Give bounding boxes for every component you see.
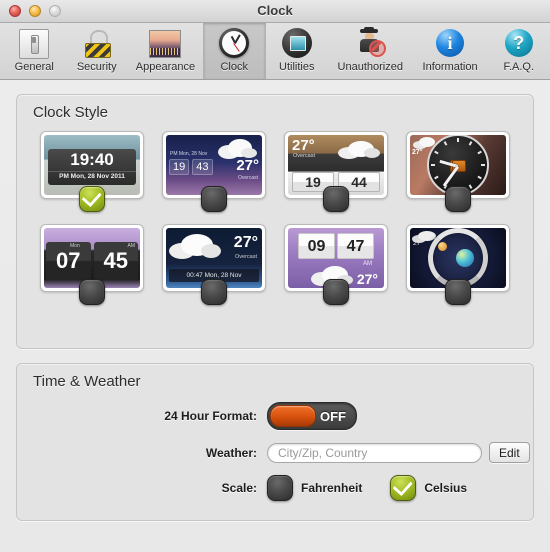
style7-hour: 09	[298, 233, 335, 259]
check-icon	[392, 475, 413, 497]
scale-row: Scale: Fahrenheit Celsius	[17, 475, 533, 501]
clock-style-radio-3[interactable]	[323, 186, 349, 212]
style7-minute: 47	[337, 233, 374, 259]
style6-temp: 27°	[233, 234, 258, 251]
toolbar-item-clock[interactable]: Clock	[202, 23, 266, 79]
clock-style-grid: 19:40 PM Mon, 28 Nov 2011 PM Mon, 28 Nov…	[17, 121, 533, 305]
toolbar-label-unauthorized: Unauthorized	[337, 61, 403, 73]
toolbar-item-utilities[interactable]: Utilities	[266, 23, 328, 79]
weather-location-input[interactable]	[267, 442, 482, 463]
toolbar-label-clock: Clock	[220, 61, 248, 73]
toolbar-item-appearance[interactable]: Appearance	[128, 23, 203, 79]
style2-hour: 19	[169, 159, 190, 175]
hour-format-label: 24 Hour Format:	[164, 409, 257, 423]
analog-clock-icon	[218, 27, 250, 59]
clock-style-radio-2[interactable]	[201, 186, 227, 212]
weather-row: Weather: Edit	[17, 442, 533, 463]
celsius-checkbox[interactable]	[390, 475, 417, 501]
toolbar-item-security[interactable]: Security	[65, 23, 127, 79]
clock-style-option-3[interactable]: 27° Overcast 19 44	[275, 131, 397, 212]
clock-style-option-6[interactable]: 27° Overcast 00:47 Mon, 28 Nov	[153, 224, 275, 305]
24-hour-format-toggle[interactable]: OFF	[267, 402, 357, 430]
style5-ampm: AM	[127, 243, 136, 249]
fahrenheit-checkbox[interactable]	[267, 475, 293, 501]
clock-style-radio-8[interactable]	[445, 279, 471, 305]
style3-temp: 27°	[292, 137, 315, 154]
clock-style-option-5[interactable]: 07 45 Mon AM	[31, 224, 153, 305]
clock-style-panel: Clock Style 19:40 PM Mon, 28 Nov 2011 PM…	[16, 94, 534, 349]
clock-style-option-7[interactable]: 09 47 AM 27°	[275, 224, 397, 305]
fahrenheit-label: Fahrenheit	[301, 481, 363, 495]
style3-condition: Overcast	[293, 153, 316, 159]
style2-temp: 27°	[236, 157, 259, 174]
switch-panel-icon	[18, 27, 50, 59]
scale-label: Scale:	[221, 481, 257, 495]
hour-format-row: 24 Hour Format: OFF	[17, 402, 533, 430]
window-title: Clock	[257, 3, 293, 18]
style2-condition: Overcast	[237, 175, 258, 181]
scale-option-fahrenheit[interactable]: Fahrenheit	[267, 475, 362, 501]
toolbar-label-information: Information	[422, 61, 478, 73]
cloud-icon	[168, 231, 224, 261]
toolbar-label-faq: F.A.Q.	[503, 61, 535, 73]
toggle-knob	[270, 405, 316, 427]
sunset-photo-icon	[149, 27, 182, 59]
clock-style-radio-7[interactable]	[323, 279, 349, 305]
clock-style-radio-5[interactable]	[79, 279, 105, 305]
style1-time: 19:40	[70, 150, 114, 169]
clock-style-radio-6[interactable]	[201, 279, 227, 305]
padlock-icon	[81, 27, 113, 59]
window-titlebar: Clock	[0, 0, 550, 23]
style5-hour: 07	[46, 242, 91, 280]
style4-temp: 27°	[412, 149, 423, 156]
clock-style-option-1[interactable]: 19:40 PM Mon, 28 Nov 2011	[31, 131, 153, 212]
clock-style-title: Clock Style	[33, 104, 109, 121]
style2-minute: 43	[192, 159, 213, 175]
clock-preference-window: Clock General Security Appearance Clock …	[0, 0, 550, 552]
style8-temp: 27°	[413, 240, 423, 247]
weather-edit-button[interactable]: Edit	[489, 442, 530, 463]
style7-ampm: AM	[363, 261, 372, 267]
style5-dayofweek: Mon	[70, 243, 80, 249]
scale-option-celsius[interactable]: Celsius	[390, 475, 467, 501]
time-weather-title: Time & Weather	[33, 373, 141, 390]
toolbox-window-icon	[281, 27, 313, 59]
weather-label: Weather:	[205, 445, 257, 460]
style2-date: PM Mon, 28 Nov	[170, 151, 208, 157]
check-icon	[81, 186, 102, 208]
question-circle-icon: ?	[503, 27, 535, 59]
time-weather-panel: Time & Weather 24 Hour Format: OFF Weath…	[16, 363, 534, 521]
spy-blocked-icon	[354, 27, 387, 59]
clock-style-option-8[interactable]: 27°	[397, 224, 519, 305]
preference-toolbar: General Security Appearance Clock Utilit…	[0, 23, 550, 80]
toolbar-item-information[interactable]: i Information	[413, 23, 488, 79]
toolbar-label-utilities: Utilities	[279, 61, 315, 73]
cloud-icon	[337, 139, 381, 159]
style1-subtitle: PM Mon, 28 Nov 2011	[48, 171, 136, 180]
clock-style-option-4[interactable]: 27°	[397, 131, 519, 212]
celsius-label: Celsius	[424, 481, 468, 495]
toolbar-label-general: General	[14, 61, 54, 73]
info-circle-icon: i	[434, 27, 466, 59]
clock-style-radio-1[interactable]	[79, 186, 105, 212]
clock-style-radio-4[interactable]	[445, 186, 471, 212]
clock-style-option-2[interactable]: PM Mon, 28 Nov 19 43 27° Overcast	[153, 131, 275, 212]
cloud-icon	[216, 137, 258, 159]
style6-condition: Overcast	[234, 254, 257, 260]
toolbar-label-security: Security	[76, 61, 117, 73]
toolbar-item-general[interactable]: General	[3, 23, 65, 79]
toolbar-item-faq[interactable]: ? F.A.Q.	[488, 23, 550, 79]
toolbar-label-appearance: Appearance	[135, 61, 196, 73]
toggle-state-label: OFF	[320, 408, 346, 424]
toolbar-item-unauthorized[interactable]: Unauthorized	[328, 23, 413, 79]
preference-content: Clock Style 19:40 PM Mon, 28 Nov 2011 PM…	[0, 80, 550, 521]
style7-temp: 27°	[356, 271, 378, 287]
